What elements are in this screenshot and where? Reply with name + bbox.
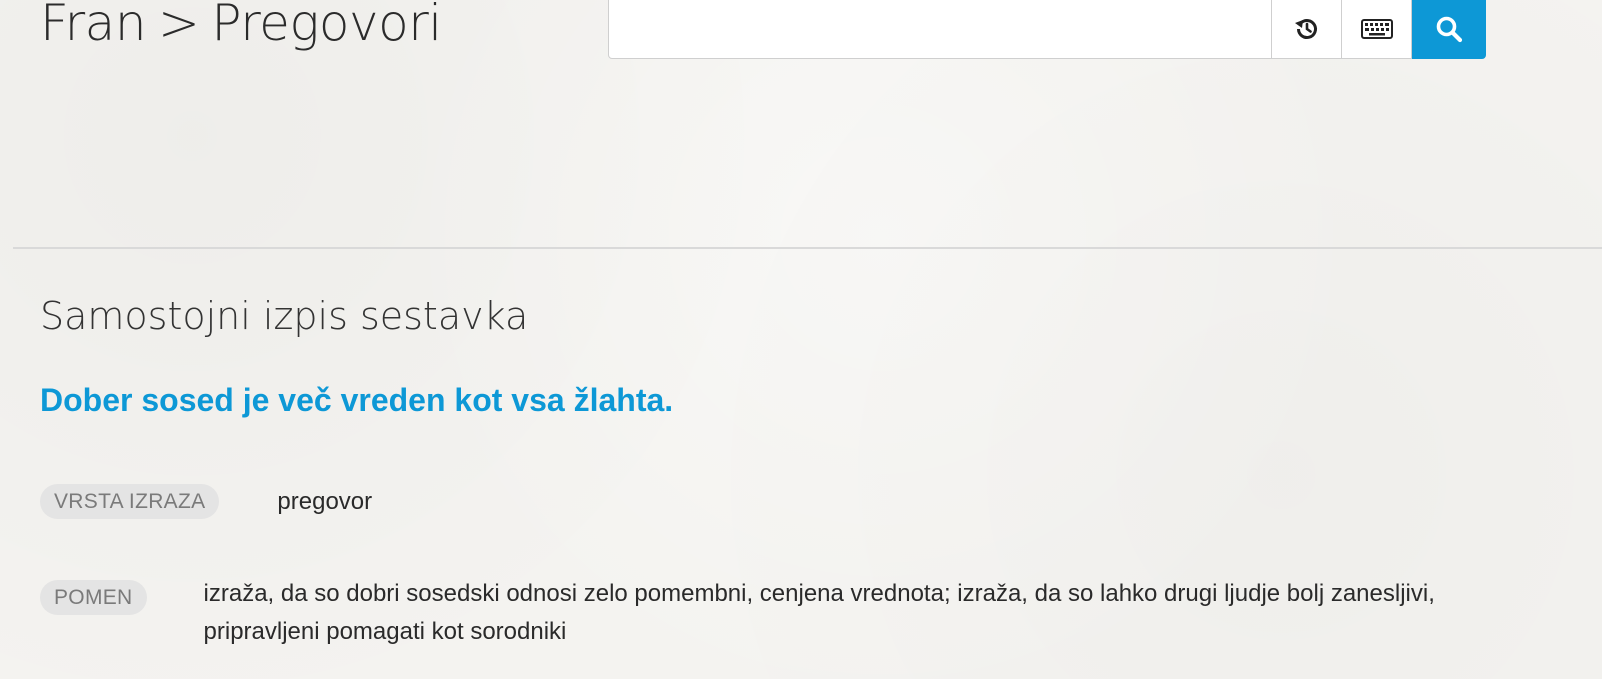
history-icon [1294,18,1317,39]
divider [13,247,1602,249]
keyboard-icon [1360,18,1393,39]
entry-headword: Dober sosed je več vreden kot vsa žlahta… [40,382,674,418]
field-row-meaning: POMEN izraža, da so dobri sosedski odnos… [40,580,1484,651]
field-row-expression-type: VRSTA IZRAZA pregovor [40,484,372,521]
history-button[interactable] [1272,0,1342,59]
field-label-meaning: POMEN [40,580,147,615]
breadcrumb-current: Pregovori [211,0,442,52]
keyboard-button[interactable] [1342,0,1412,59]
field-label-expression-type: VRSTA IZRAZA [40,484,220,519]
field-value-meaning: izraža, da so dobri sosedski odnosi zelo… [203,580,1435,645]
search-button[interactable] [1412,0,1486,59]
search-icon [1436,16,1462,42]
section-title: Samostojni izpis sestavka [40,294,529,338]
breadcrumb: Fran > Pregovori [40,0,442,52]
breadcrumb-root[interactable]: Fran [40,0,147,52]
field-value-expression-type: pregovor [277,488,373,515]
search-input[interactable] [608,0,1272,59]
search-bar [608,0,1486,61]
breadcrumb-separator: > [158,0,200,52]
